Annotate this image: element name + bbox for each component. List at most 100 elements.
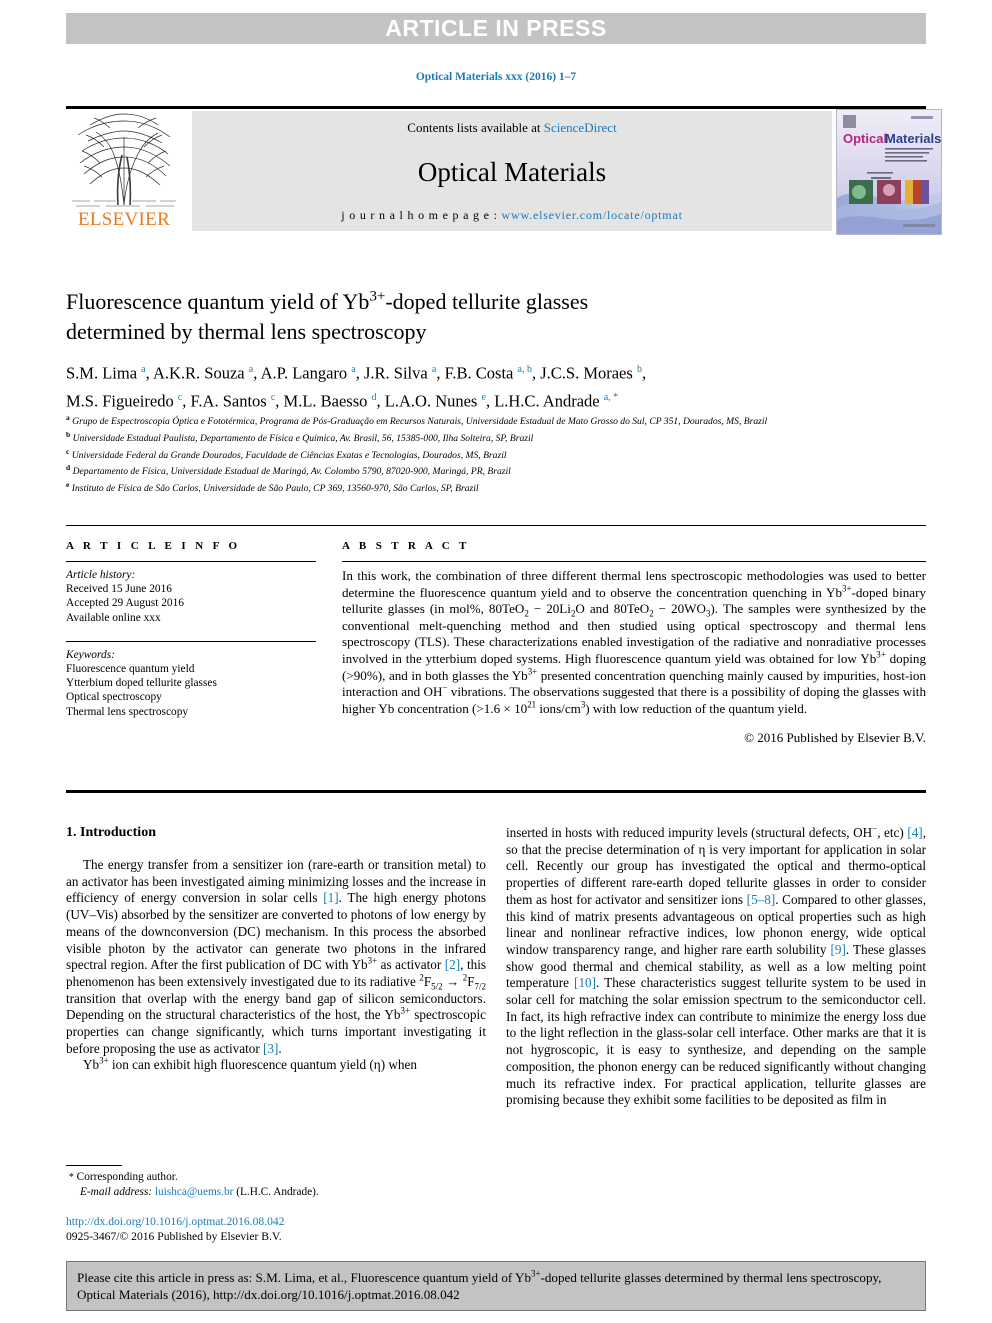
- abstract-copyright: © 2016 Published by Elsevier B.V.: [744, 730, 926, 746]
- affiliation-mark: a: [66, 413, 70, 422]
- corresponding-author-line: * Corresponding author.: [66, 1170, 486, 1185]
- author-affiliation-mark: a: [248, 364, 254, 375]
- abstract-seg: In this work, the combination of three d…: [342, 568, 926, 600]
- running-head: Optical Materials xxx (2016) 1–7: [415, 71, 577, 83]
- citation-ref-3[interactable]: [3]: [263, 1041, 278, 1056]
- para-seg: . These characteristics suggest tellurit…: [506, 975, 926, 1108]
- title-line1-part-b: -doped tellurite glasses: [385, 289, 589, 314]
- keyword-item: Thermal lens spectroscopy: [66, 705, 189, 718]
- article-history-online: Available online xxx: [66, 611, 161, 624]
- cite-this-article-box: Please cite this article in press as: S.…: [66, 1261, 926, 1311]
- homepage-url-link[interactable]: www.elsevier.com/locate/optmat: [502, 208, 683, 222]
- para-seg: Yb: [83, 1057, 100, 1073]
- keyword-item: Fluorescence quantum yield: [66, 663, 195, 676]
- intro-paragraph-continued: inserted in hosts with reduced impurity …: [506, 824, 926, 1109]
- author-name: S.M. Lima: [66, 363, 138, 383]
- abstract-heading: A B S T R A C T: [342, 540, 470, 552]
- article-history-received: Received 15 June 2016: [66, 583, 172, 596]
- author-name: L.H.C. Andrade: [494, 391, 600, 410]
- asterisk-icon: *: [68, 1172, 74, 1183]
- keyword-item: Optical spectroscopy: [66, 691, 162, 704]
- author-affiliation-mark: a: [351, 364, 356, 375]
- author-name: A.K.R. Souza: [152, 363, 245, 383]
- abstract-seg: O and 80TeO: [575, 601, 650, 617]
- cite-sup: 3+: [531, 1268, 541, 1279]
- corresponding-author-label: Corresponding author.: [76, 1171, 178, 1183]
- article-info-heading: A R T I C L E I N F O: [66, 540, 241, 552]
- affiliation-mark: e: [66, 480, 70, 490]
- email-label: E-mail address:: [80, 1186, 153, 1199]
- author-affiliation-mark: d: [371, 391, 377, 403]
- author-name: J.C.S. Moraes: [540, 363, 633, 383]
- article-page: ARTICLE IN PRESS Optical Materials xxx (…: [0, 0, 992, 1323]
- para-seg: .: [278, 1040, 282, 1056]
- author-affiliation-mark: e: [481, 391, 486, 403]
- abstract-rule: [342, 561, 926, 562]
- affiliation-item: b Universidade Estadual Paulista, Depart…: [66, 429, 926, 446]
- journal-homepage-line: j o u r n a l h o m e p a g e : www.else…: [341, 208, 682, 223]
- article-in-press-banner: ARTICLE IN PRESS: [66, 13, 926, 44]
- citation-ref-9[interactable]: [9]: [831, 942, 846, 957]
- author-affiliation-mark: c: [270, 391, 276, 403]
- abstract-seg: − 20Li: [528, 601, 571, 617]
- citation-ref-1[interactable]: [1]: [323, 890, 338, 905]
- section-title-introduction: 1. Introduction: [66, 825, 156, 840]
- email-link[interactable]: luishca@uems.br: [155, 1186, 233, 1198]
- affiliation-text: Instituto de Física de São Carlos, Unive…: [71, 483, 479, 495]
- para-seg: , etc): [877, 825, 908, 840]
- author-affiliation-mark: a, b: [517, 364, 532, 375]
- info-band-bottom-rule: [66, 790, 926, 793]
- affiliation-item: c Universidade Federal da Grande Dourado…: [66, 446, 926, 463]
- abstract-sup: 3+: [527, 666, 538, 677]
- article-in-press-label: ARTICLE IN PRESS: [385, 15, 607, 41]
- article-history-label: Article history:: [66, 569, 136, 581]
- abstract-seg: − 20WO: [653, 601, 706, 617]
- para-seg: ion can exhibit high fluorescence quantu…: [108, 1057, 417, 1073]
- homepage-label: j o u r n a l h o m e p a g e :: [341, 208, 502, 222]
- abstract-sup: 3+: [842, 583, 852, 594]
- author-name: M.L. Baesso: [283, 391, 368, 410]
- abstract-seg: ) with low reduction of the quantum yiel…: [585, 700, 808, 716]
- doi-block: http://dx.doi.org/10.1016/j.optmat.2016.…: [66, 1215, 486, 1244]
- title-superscript: 3+: [369, 288, 386, 305]
- affiliation-item: d Departamento de Física, Universidade E…: [66, 462, 926, 479]
- para-seg: as activator: [377, 957, 445, 973]
- doi-link[interactable]: http://dx.doi.org/10.1016/j.optmat.2016.…: [66, 1215, 486, 1230]
- affiliation-text: Universidade Estadual Paulista, Departam…: [72, 432, 534, 444]
- author-name: L.A.O. Nunes: [384, 391, 478, 410]
- article-history-block: Article history: Received 15 June 2016 A…: [66, 568, 316, 625]
- author-name: A.P. Langaro: [260, 363, 348, 383]
- keywords-block: Keywords: Fluorescence quantum yield Ytt…: [66, 648, 316, 719]
- contents-list-line: Contents lists available at ScienceDirec…: [407, 120, 616, 136]
- affiliation-text: Departamento de Física, Universidade Est…: [72, 466, 511, 478]
- keywords-rule: [66, 640, 316, 642]
- abstract-column: A B S T R A C T In this work, the combin…: [342, 540, 926, 746]
- title-line1-part-a: Fluorescence quantum yield of Yb: [66, 289, 370, 314]
- page-title: Fluorescence quantum yield of Yb3+-doped…: [66, 287, 806, 347]
- citation-ref-4[interactable]: [4]: [907, 825, 922, 840]
- info-band-top-rule: [66, 525, 926, 526]
- keyword-item: Ytterbium doped tellurite glasses: [66, 677, 217, 690]
- author-affiliation-mark: a: [141, 364, 146, 375]
- sciencedirect-link[interactable]: ScienceDirect: [544, 120, 617, 135]
- affiliation-item: e Instituto de Física de São Carlos, Uni…: [66, 479, 926, 496]
- cite-seg: Please cite this article in press as: S.…: [77, 1270, 532, 1285]
- elsevier-tree-icon: [70, 111, 178, 209]
- author-list: S.M. Lima a, A.K.R. Souza a, A.P. Langar…: [66, 363, 647, 411]
- term-seg: F: [467, 973, 475, 989]
- affiliation-mark: b: [66, 429, 71, 439]
- para-sup: 3+: [367, 955, 378, 966]
- citation-ref-2[interactable]: [2]: [445, 957, 460, 972]
- citation-ref-10[interactable]: [10]: [574, 975, 596, 990]
- email-person: (L.H.C. Andrade).: [236, 1186, 319, 1199]
- keywords-label: Keywords:: [66, 648, 115, 661]
- abstract-text: In this work, the combination of three d…: [342, 568, 926, 717]
- author-affiliation-mark: c: [177, 391, 183, 403]
- body-column-left: 1. Introduction The energy transfer from…: [66, 825, 486, 1074]
- affiliation-mark: d: [66, 463, 71, 473]
- affiliation-item: a Grupo de Espectroscopia Óptica e Fotot…: [66, 412, 926, 429]
- contents-prefix: Contents lists available at: [407, 120, 544, 135]
- citation-ref-5-8[interactable]: [5–8]: [747, 892, 776, 907]
- intro-paragraph-2: Yb3+ ion can exhibit high fluorescence q…: [66, 1057, 486, 1074]
- issn-copyright-line: 0925-3467/© 2016 Published by Elsevier B…: [66, 1229, 282, 1243]
